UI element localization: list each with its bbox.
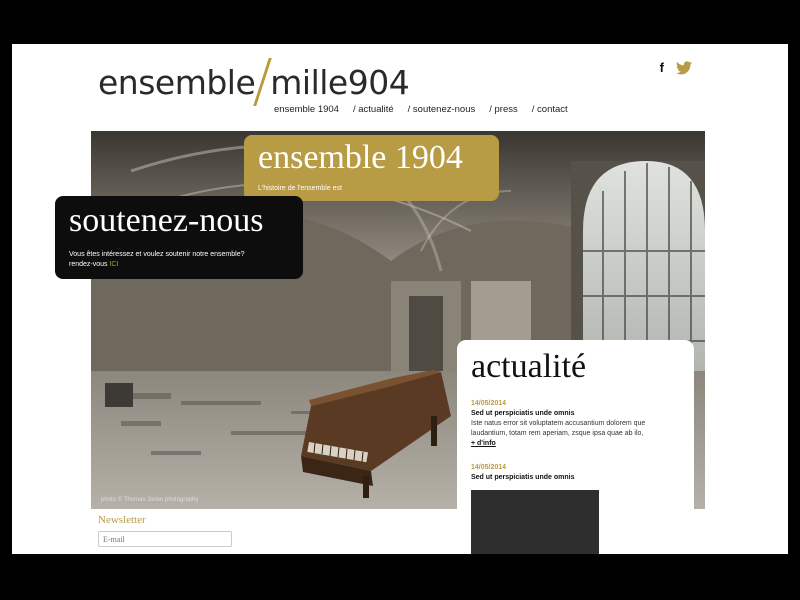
actualite-title: actualité: [471, 348, 587, 385]
newsletter-title: Newsletter: [98, 514, 146, 526]
logo-mille904: mille904: [270, 63, 410, 102]
news-item: 14/05/2014 Sed ut perspiciatis unde omni…: [471, 400, 683, 447]
news-date: 14/05/2014: [471, 400, 507, 407]
nav-actualite[interactable]: / actualité: [353, 104, 394, 115]
actualite-panel: actualité 14/05/2014 Sed ut perspiciatis…: [457, 340, 694, 554]
soutenez-card-text: Vous êtes intéressez et voulez soutenir …: [69, 250, 299, 270]
ensemble-card-subtitle: L'histoire de l'ensemble est: [258, 185, 344, 192]
ensemble-card-text: L'histoire de l'ensemble est ICI: [258, 185, 353, 192]
ensemble-ici-link[interactable]: ICI: [344, 185, 353, 192]
nav-press[interactable]: / press: [489, 104, 518, 115]
facebook-icon[interactable]: f: [660, 60, 664, 75]
news-more-link[interactable]: + d'info: [471, 440, 683, 447]
ensemble-1904-card[interactable]: ensemble 1904 L'histoire de l'ensemble e…: [244, 135, 499, 201]
news-headline[interactable]: Sed ut perspiciatis unde omnis: [471, 410, 683, 417]
newsletter-email-input[interactable]: [98, 531, 232, 547]
nav-ensemble-1904[interactable]: ensemble 1904: [274, 104, 339, 115]
soutenez-line2: rendez-vous: [69, 261, 110, 268]
nav-soutenez-nous[interactable]: / soutenez-nous: [408, 104, 476, 115]
news-thumbnail[interactable]: [471, 490, 599, 554]
soutenez-nous-card[interactable]: soutenez-nous Vous êtes intéressez et vo…: [55, 196, 303, 279]
soutenez-card-title: soutenez-nous: [69, 202, 264, 239]
soutenez-ici-link[interactable]: ICI: [109, 261, 118, 268]
nav-contact[interactable]: / contact: [532, 104, 568, 115]
news-item: 14/05/2014 Sed ut perspiciatis unde omni…: [471, 464, 683, 481]
twitter-icon[interactable]: [676, 60, 692, 75]
soutenez-line1: Vous êtes intéressez et voulez soutenir …: [69, 251, 245, 258]
ensemble-card-title: ensemble 1904: [258, 139, 463, 176]
site-logo[interactable]: ensemble mille904: [98, 58, 410, 106]
news-body: Iste natus error sit voluptatem accusant…: [471, 420, 646, 437]
main-nav: ensemble 1904 / actualité / soutenez-nou…: [274, 104, 568, 115]
photo-credit: photo © Thomas Jorion photography: [101, 497, 199, 503]
social-links: f: [660, 60, 692, 75]
website-page: ensemble mille904 f ensemble 1904 / actua…: [12, 44, 788, 554]
logo-ensemble: ensemble: [98, 63, 256, 102]
news-headline[interactable]: Sed ut perspiciatis unde omnis: [471, 474, 683, 481]
news-date: 14/05/2014: [471, 464, 507, 471]
